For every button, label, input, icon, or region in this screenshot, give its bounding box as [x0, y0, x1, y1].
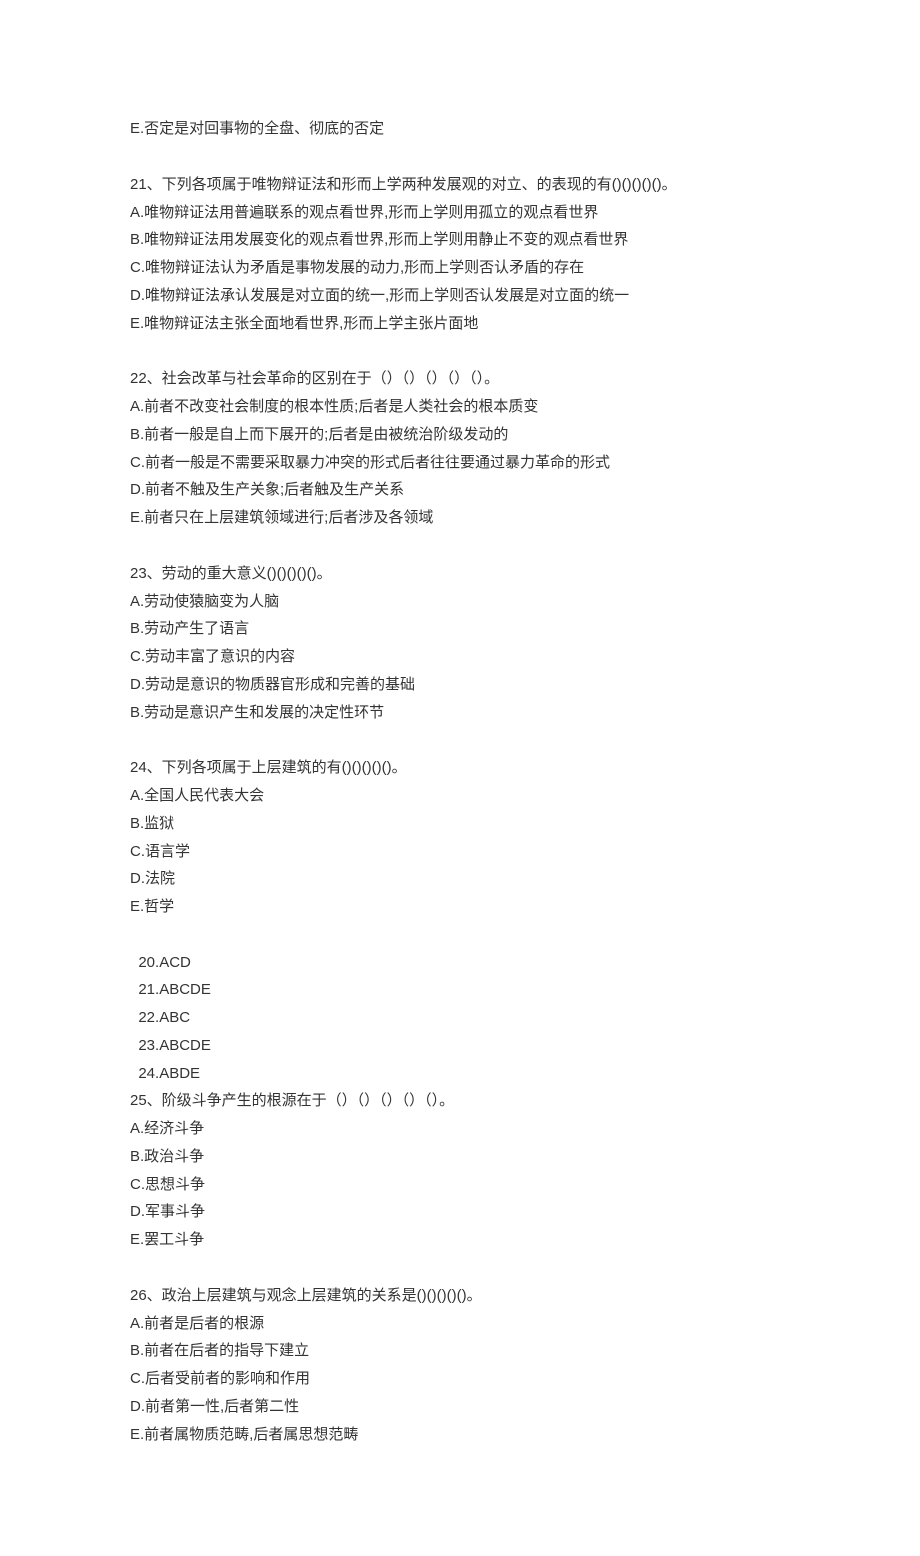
trailing-option: E.否定是对回事物的全盘、彻底的否定: [130, 115, 790, 143]
question-stem: 23、劳动的重大意义()()()()()。: [130, 560, 790, 588]
answer-23: 23.ABCDE: [138, 1032, 211, 1060]
question-21: 21、下列各项属于唯物辩证法和形而上学两种发展观的对立、的表现的有()()()(…: [130, 171, 790, 338]
question-stem: 21、下列各项属于唯物辩证法和形而上学两种发展观的对立、的表现的有()()()(…: [130, 171, 790, 199]
option-d: D.前者不触及生产关象;后者触及生产关系: [130, 476, 790, 504]
option-c: C.后者受前者的影响和作用: [130, 1365, 790, 1393]
answer-21: 21.ABCDE: [138, 976, 211, 1004]
option-c: C.思想斗争: [130, 1171, 790, 1199]
answer-24: 24.ABDE: [138, 1060, 200, 1088]
option-b: B.政治斗争: [130, 1143, 790, 1171]
option-e: E.前者只在上层建筑领域进行;后者涉及各领域: [130, 504, 790, 532]
option-a: A.经济斗争: [130, 1115, 790, 1143]
option-e: B.劳动是意识产生和发展的决定性环节: [130, 699, 790, 727]
option-c: C.前者一般是不需要采取暴力冲突的形式后者往往要通过暴力革命的形式: [130, 449, 790, 477]
option-d: D.前者第一性,后者第二性: [130, 1393, 790, 1421]
option-d: D.唯物辩证法承认发展是对立面的统一,形而上学则否认发展是对立面的统一: [130, 282, 790, 310]
option-e: E.否定是对回事物的全盘、彻底的否定: [130, 115, 790, 143]
option-b: B.唯物辩证法用发展变化的观点看世界,形而上学则用静止不变的观点看世界: [130, 226, 790, 254]
option-a: A.唯物辩证法用普遍联系的观点看世界,形而上学则用孤立的观点看世界: [130, 199, 790, 227]
option-a: A.前者不改变社会制度的根本性质;后者是人类社会的根本质变: [130, 393, 790, 421]
question-stem: 24、下列各项属于上层建筑的有()()()()()。: [130, 754, 790, 782]
option-e: E.罢工斗争: [130, 1226, 790, 1254]
option-b: B.前者一般是自上而下展开的;后者是由被统治阶级发动的: [130, 421, 790, 449]
option-e: E.唯物辩证法主张全面地看世界,形而上学主张片面地: [130, 310, 790, 338]
option-c: C.劳动丰富了意识的内容: [130, 643, 790, 671]
option-d: D.劳动是意识的物质器官形成和完善的基础: [130, 671, 790, 699]
question-26: 26、政治上层建筑与观念上层建筑的关系是()()()()()。 A.前者是后者的…: [130, 1282, 790, 1449]
option-a: A.劳动使猿脑变为人脑: [130, 588, 790, 616]
option-d: D.军事斗争: [130, 1198, 790, 1226]
option-a: A.前者是后者的根源: [130, 1310, 790, 1338]
question-stem: 22、社会改革与社会革命的区别在于（）（）（）（）（）。: [130, 365, 790, 393]
question-24: 24、下列各项属于上层建筑的有()()()()()。 A.全国人民代表大会 B.…: [130, 754, 790, 921]
option-e: E.哲学: [130, 893, 790, 921]
question-stem: 26、政治上层建筑与观念上层建筑的关系是()()()()()。: [130, 1282, 790, 1310]
option-b: B.前者在后者的指导下建立: [130, 1337, 790, 1365]
question-25: 25、阶级斗争产生的根源在于（）（）（）（）（）。 A.经济斗争 B.政治斗争 …: [130, 1087, 790, 1254]
question-stem: 25、阶级斗争产生的根源在于（）（）（）（）（）。: [130, 1087, 790, 1115]
option-b: B.劳动产生了语言: [130, 615, 790, 643]
answer-22: 22.ABC: [138, 1004, 190, 1032]
question-23: 23、劳动的重大意义()()()()()。 A.劳动使猿脑变为人脑 B.劳动产生…: [130, 560, 790, 727]
question-22: 22、社会改革与社会革命的区别在于（）（）（）（）（）。 A.前者不改变社会制度…: [130, 365, 790, 532]
answer-20: 20.ACD: [138, 949, 191, 977]
option-c: C.语言学: [130, 838, 790, 866]
option-a: A.全国人民代表大会: [130, 782, 790, 810]
answer-key-row: 20.ACD 21.ABCDE 22.ABC 23.ABCDE 24.ABDE: [130, 921, 790, 1088]
option-e: E.前者属物质范畴,后者属思想范畴: [130, 1421, 790, 1449]
option-c: C.唯物辩证法认为矛盾是事物发展的动力,形而上学则否认矛盾的存在: [130, 254, 790, 282]
option-d: D.法院: [130, 865, 790, 893]
option-b: B.监狱: [130, 810, 790, 838]
